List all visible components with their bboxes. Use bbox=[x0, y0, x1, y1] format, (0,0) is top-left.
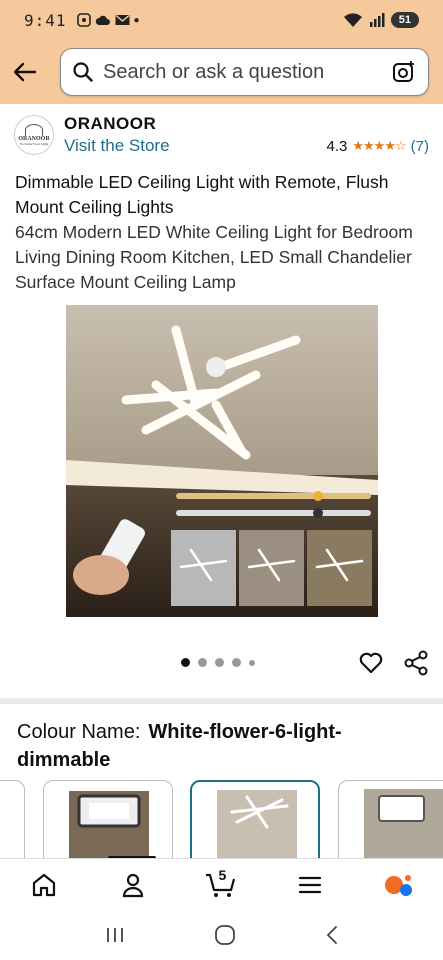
pager-dot[interactable] bbox=[181, 658, 190, 667]
bottom-nav: 5 bbox=[0, 858, 443, 910]
wifi-icon bbox=[343, 13, 362, 27]
back-arrow-icon bbox=[13, 62, 37, 82]
colour-swatch[interactable] bbox=[0, 780, 25, 858]
review-count[interactable]: (7) bbox=[411, 138, 429, 155]
pager-dot[interactable] bbox=[249, 659, 255, 666]
pager-dot[interactable] bbox=[215, 658, 224, 667]
nav-cart[interactable]: 5 bbox=[201, 865, 241, 905]
heart-icon bbox=[359, 652, 383, 674]
nav-rufus[interactable] bbox=[379, 865, 419, 905]
logo-mark-icon bbox=[25, 124, 43, 136]
signal-icon bbox=[369, 13, 385, 27]
cloud-icon bbox=[95, 15, 110, 25]
search-bar[interactable] bbox=[60, 48, 429, 96]
store-name: ORANOOR bbox=[64, 114, 157, 133]
store-row: ORANOOR Yo Same Your Light ORANOOR Visit… bbox=[0, 108, 443, 162]
colour-swatches bbox=[0, 780, 443, 858]
person-icon bbox=[122, 873, 143, 897]
status-notification-icons: ● bbox=[76, 13, 140, 27]
camera-search-icon[interactable] bbox=[392, 60, 416, 84]
system-nav-bar bbox=[0, 910, 443, 960]
product-title-detail: 64cm Modern LED White Ceiling Light for … bbox=[15, 222, 413, 292]
mail-icon bbox=[115, 14, 130, 25]
image-pager[interactable] bbox=[181, 658, 255, 667]
colour-swatch-selected[interactable] bbox=[190, 780, 320, 858]
product-image[interactable] bbox=[66, 305, 378, 617]
nav-menu[interactable] bbox=[290, 865, 330, 905]
menu-icon bbox=[298, 876, 322, 893]
home-icon bbox=[33, 873, 56, 896]
product-photo bbox=[66, 305, 378, 617]
more-dot-icon: ● bbox=[133, 14, 140, 26]
chat-assistant-icon bbox=[384, 874, 412, 896]
star-rating-icon: ★★★★☆ bbox=[352, 138, 406, 153]
cart-count-badge: 5 bbox=[218, 866, 227, 883]
recent-apps-icon[interactable] bbox=[105, 926, 125, 944]
status-bar: 9:41 ● 51 bbox=[0, 0, 443, 40]
colour-label: Colour Name: bbox=[17, 721, 141, 743]
colour-swatch[interactable] bbox=[338, 780, 443, 858]
status-time: 9:41 bbox=[24, 10, 67, 30]
pager-dot[interactable] bbox=[198, 658, 207, 667]
product-title: Dimmable LED Ceiling Light with Remote, … bbox=[15, 170, 435, 295]
store-logo[interactable]: ORANOOR Yo Same Your Light bbox=[14, 115, 54, 155]
battery-indicator: 51 bbox=[390, 12, 419, 28]
nav-home[interactable] bbox=[24, 865, 64, 905]
search-header bbox=[0, 40, 443, 104]
swatch-thumbnail bbox=[364, 789, 443, 858]
swatch-thumbnail bbox=[69, 791, 149, 858]
back-button[interactable] bbox=[10, 57, 40, 87]
product-title-main: Dimmable LED Ceiling Light with Remote, … bbox=[15, 172, 389, 217]
colour-selector-label: Colour Name: White-flower-6-light-dimmabl… bbox=[17, 718, 427, 774]
colour-swatch[interactable] bbox=[43, 780, 173, 858]
share-button[interactable] bbox=[403, 650, 429, 676]
share-icon bbox=[404, 650, 428, 676]
visit-store-link[interactable]: Visit the Store bbox=[64, 136, 170, 156]
swatch-thumbnail bbox=[217, 790, 297, 858]
logo-tagline: Yo Same Your Light bbox=[19, 142, 49, 146]
store-info: ORANOOR Visit the Store bbox=[64, 114, 170, 156]
rating-summary[interactable]: 4.3 ★★★★☆ (7) bbox=[327, 138, 429, 155]
search-icon bbox=[73, 62, 93, 82]
back-chevron-icon[interactable] bbox=[325, 925, 339, 945]
search-input[interactable] bbox=[103, 60, 392, 84]
pager-dot[interactable] bbox=[232, 658, 241, 667]
rating-value: 4.3 bbox=[326, 137, 348, 155]
section-divider bbox=[0, 698, 443, 704]
wishlist-button[interactable] bbox=[358, 650, 384, 676]
screenshot-icon bbox=[76, 13, 91, 27]
nav-account[interactable] bbox=[113, 865, 153, 905]
home-circle-icon[interactable] bbox=[214, 924, 236, 946]
